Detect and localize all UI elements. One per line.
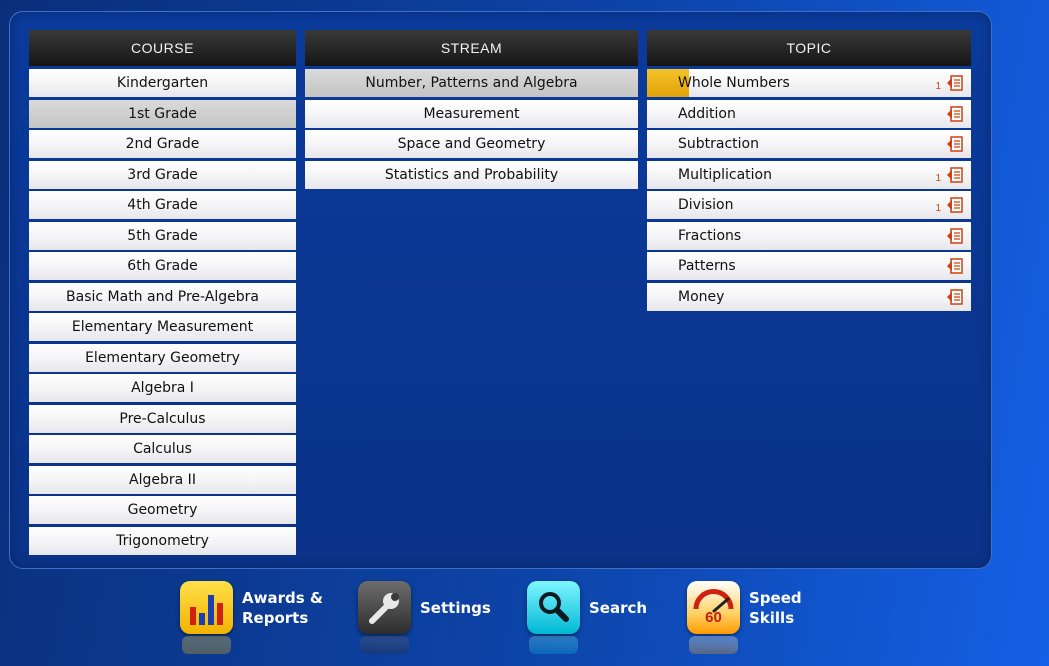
topic-item-patterns[interactable]: Patterns [647,252,971,280]
course-item-algebra-i[interactable]: Algebra I [29,374,296,402]
topic-label: Money [678,288,725,305]
course-item-elementary-measurement[interactable]: Elementary Measurement [29,313,296,341]
stream-item-number-patterns-and-algebra[interactable]: Number, Patterns and Algebra [305,69,638,97]
topic-count: 1 [935,203,941,214]
topic-label: Multiplication [678,166,772,183]
worksheet-icon[interactable] [945,256,965,276]
worksheet-icon[interactable] [945,104,965,124]
course-list: Kindergarten 1st Grade 2nd Grade 3rd Grade 4… [29,69,296,555]
worksheet-icon[interactable] [945,195,965,215]
topic-item-whole-numbers[interactable]: Whole Numbers 1 [647,69,971,97]
settings-label: Settings [420,598,491,617]
topic-item-multiplication[interactable]: Multiplication 1 [647,160,971,189]
topic-item-addition[interactable]: Addition [647,99,971,128]
speed-skills-button[interactable]: 60 Speed Skills [687,581,802,654]
topic-label: Division [678,197,734,213]
topic-count: 1 [935,172,941,184]
course-item-elementary-geometry[interactable]: Elementary Geometry [29,343,296,372]
course-header: COURSE [29,30,296,66]
worksheet-icon[interactable] [945,73,965,93]
topic-label: Patterns [678,258,736,274]
bar-chart-icon [180,581,233,654]
course-item-basic-math-and-pre-algebra[interactable]: Basic Math and Pre-Algebra [29,282,296,311]
course-column: COURSE Kindergarten 1st Grade 2nd Grade 3rd… [29,30,296,557]
stream-header: STREAM [305,30,638,66]
topic-label: Addition [678,105,736,122]
worksheet-icon[interactable] [945,134,965,154]
settings-button[interactable]: Settings [358,581,491,654]
topic-column: TOPIC Whole Numbers 1 Addition Subtraction M… [647,30,971,313]
speed-label-line2: Skills [749,608,795,627]
search-button[interactable]: Search [527,581,648,654]
stream-list: Number, Patterns and Algebra Measurement S… [305,69,638,189]
stream-item-statistics-and-probability[interactable]: Statistics and Probability [305,160,638,189]
speed-label-line1: Speed [749,588,802,607]
course-item-kindergarten[interactable]: Kindergarten [29,69,296,97]
topic-item-fractions[interactable]: Fractions [647,221,971,250]
worksheet-icon[interactable] [945,165,965,185]
awards-reports-button[interactable]: Awards & Reports [180,581,323,654]
topic-item-money[interactable]: Money [647,282,971,311]
magnifier-icon [527,581,580,654]
course-item-5th-grade[interactable]: 5th Grade [29,221,296,250]
topic-list: Whole Numbers 1 Addition Subtraction Multipl… [647,69,971,311]
course-item-3rd-grade[interactable]: 3rd Grade [29,160,296,189]
wrench-icon [358,581,411,654]
topic-label: Whole Numbers [678,75,790,91]
worksheet-icon[interactable] [945,287,965,307]
course-item-calculus[interactable]: Calculus [29,435,296,463]
speed-badge: 60 [705,609,722,626]
course-item-1st-grade[interactable]: 1st Grade [29,99,296,128]
course-item-6th-grade[interactable]: 6th Grade [29,252,296,280]
awards-label-line1: Awards & [242,588,323,607]
search-label: Search [589,598,648,617]
stream-item-space-and-geometry[interactable]: Space and Geometry [305,130,638,158]
course-item-pre-calculus[interactable]: Pre-Calculus [29,404,296,433]
course-item-trigonometry[interactable]: Trigonometry [29,526,296,555]
topic-label: Fractions [678,227,742,244]
worksheet-icon[interactable] [945,226,965,246]
course-item-2nd-grade[interactable]: 2nd Grade [29,130,296,158]
topic-label: Subtraction [678,136,759,152]
topic-count: 1 [935,81,941,92]
topic-item-division[interactable]: Division 1 [647,191,971,219]
awards-label-line2: Reports [242,608,309,627]
course-item-4th-grade[interactable]: 4th Grade [29,191,296,219]
topic-item-subtraction[interactable]: Subtraction [647,130,971,158]
course-item-algebra-ii[interactable]: Algebra II [29,465,296,494]
stream-item-measurement[interactable]: Measurement [305,99,638,128]
topic-header: TOPIC [647,30,971,66]
speedometer-icon: 60 [687,581,740,654]
course-item-geometry[interactable]: Geometry [29,496,296,524]
stream-column: STREAM Number, Patterns and Algebra Measu… [305,30,638,191]
